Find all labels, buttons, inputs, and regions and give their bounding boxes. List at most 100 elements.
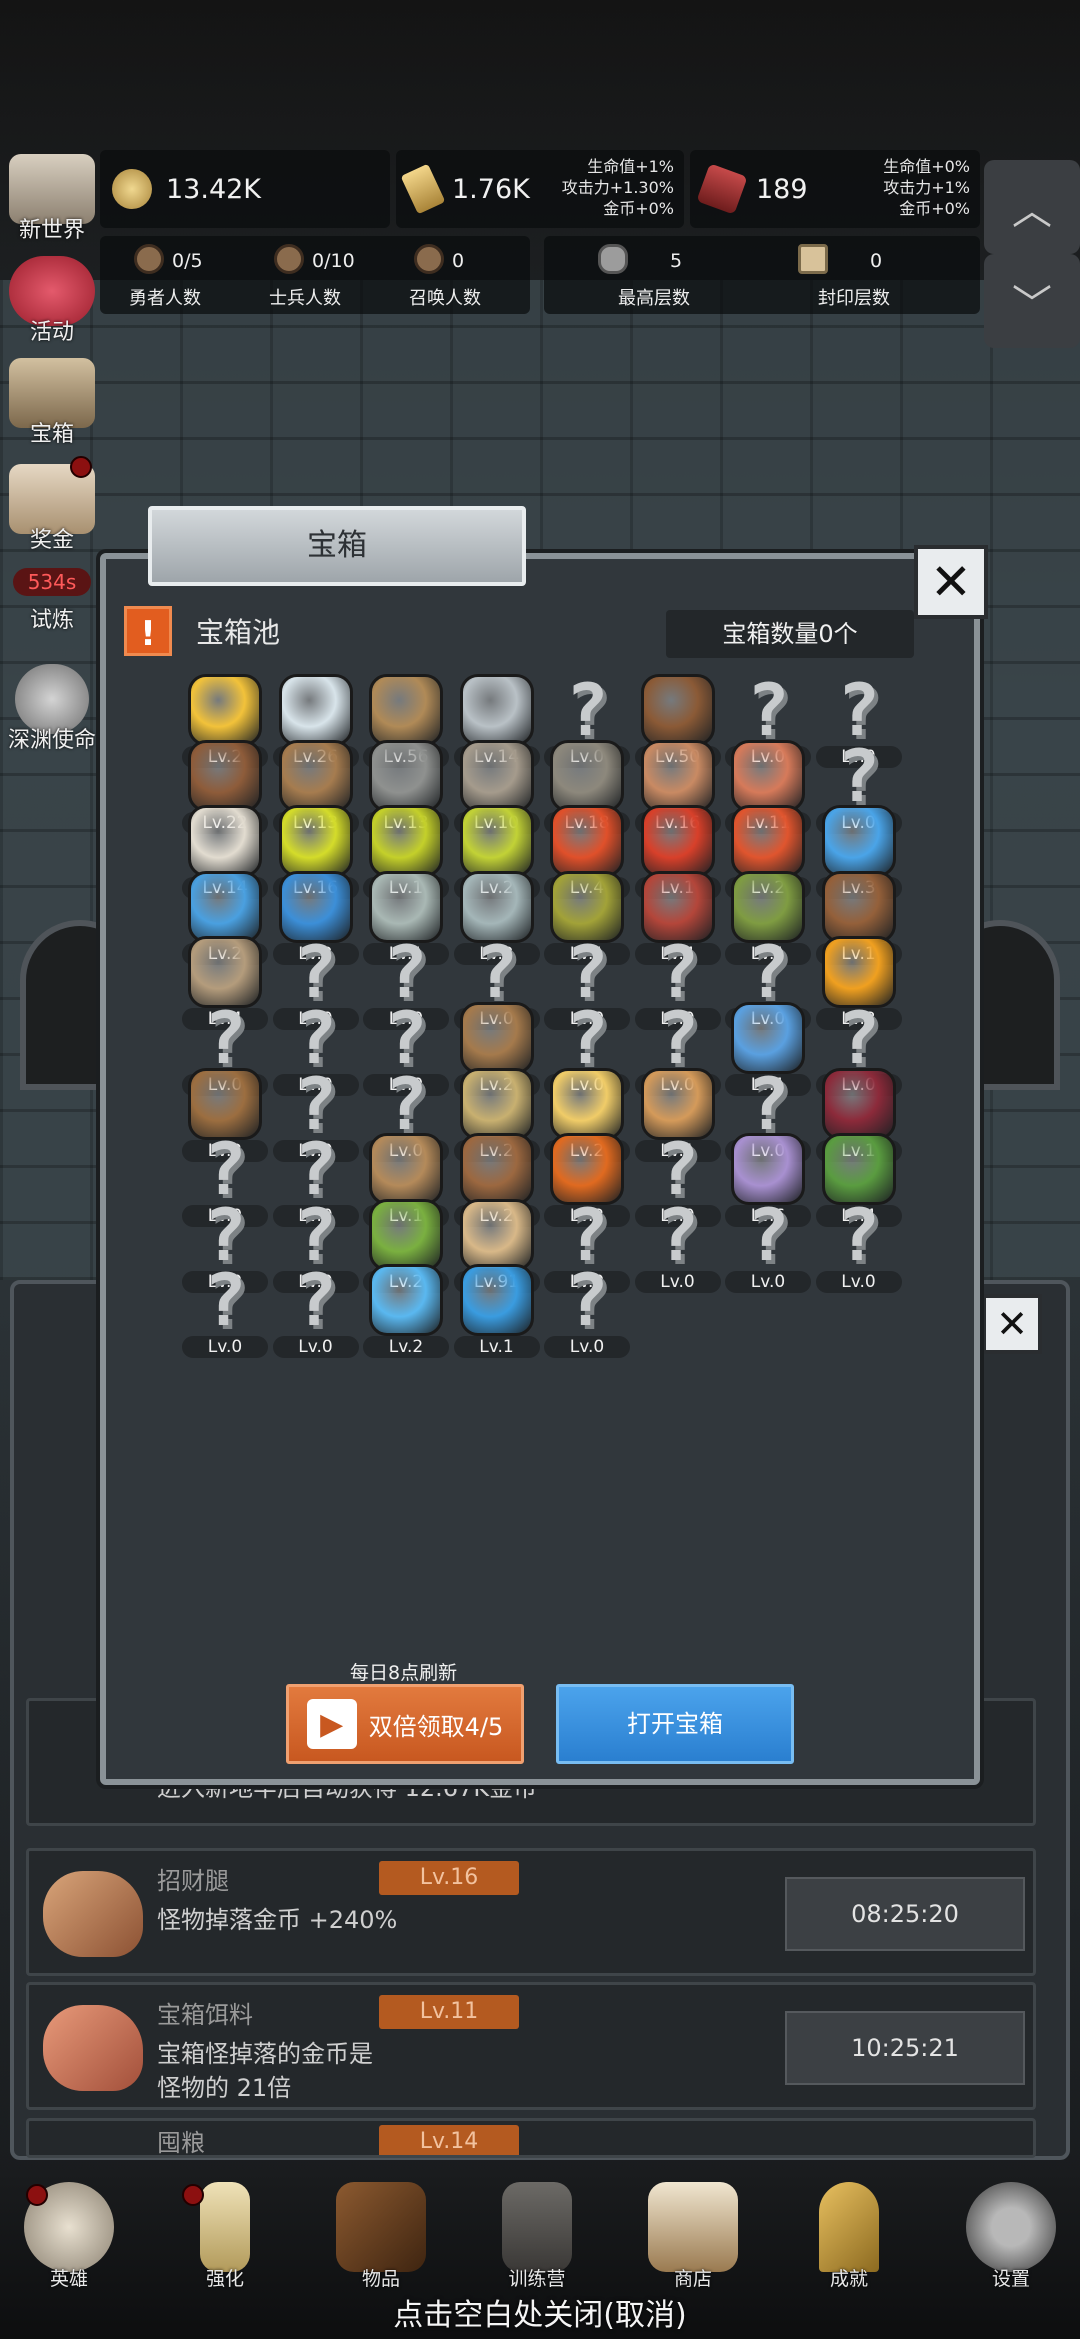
notification-dot <box>182 2184 204 2206</box>
steel-sword-icon <box>459 674 534 746</box>
lantern-icon <box>502 2182 572 2272</box>
unknown-icon: ? <box>384 1061 428 1146</box>
ruby-value: 189 <box>756 173 808 205</box>
side-trial-button[interactable]: 534s 试炼 <box>2 568 102 634</box>
rice-sack-icon <box>188 805 262 878</box>
nav-enhance[interactable]: 强化 <box>150 2182 300 2291</box>
beer-mug-icon <box>648 2182 738 2272</box>
blue-potion-icon <box>188 870 262 943</box>
bow-icon <box>369 1133 443 1206</box>
book-icon <box>336 2182 426 2272</box>
unknown-icon: ? <box>836 1192 881 1277</box>
side-new-world-button[interactable]: 新世界 <box>2 154 102 244</box>
yellow-potion-icon <box>278 805 353 878</box>
unknown-icon: ? <box>474 930 519 1015</box>
unknown-icon: ? <box>746 1061 790 1146</box>
nav-achievement[interactable]: 成就 <box>774 2182 924 2291</box>
candle-icon <box>200 2182 250 2272</box>
trial-timer-badge: 534s <box>13 568 91 596</box>
unknown-icon: ? <box>565 668 609 752</box>
floor-stats-panel: 5 最高层数 0 封印层数 <box>544 236 980 314</box>
hammer-icon <box>459 739 534 812</box>
diamond-icon <box>278 674 353 746</box>
broom-icon <box>459 1067 534 1140</box>
leather-boot-icon <box>821 870 896 943</box>
double-claim-button[interactable]: ▶ 双倍领取4/5 <box>286 1684 524 1764</box>
upgrade-timer-button[interactable]: 08:25:20 <box>785 1877 1025 1951</box>
dialog-title: 宝箱 <box>148 506 526 586</box>
item-level-label: Lv.0 <box>182 1336 268 1359</box>
scroll-up-button[interactable]: ︿ <box>984 160 1080 254</box>
gold-bar-icon <box>400 163 446 215</box>
nav-training[interactable]: 训练营 <box>462 2182 612 2291</box>
item-level-label: Lv.0 <box>815 1270 902 1293</box>
seal-floor-stat: 0 封印层数 <box>764 236 944 314</box>
side-abyss-button[interactable]: 深渊使命 <box>2 664 102 754</box>
unknown-icon: ? <box>565 996 609 1080</box>
yellow-potion-icon <box>459 805 534 878</box>
item-level-label: Lv.0 <box>544 1336 630 1359</box>
nav-settings[interactable]: 设置 <box>936 2182 1080 2291</box>
ruby-counter: 189 生命值+0% 攻击力+1% 金币+0% <box>690 150 980 228</box>
gold-coin-counter: 13.42K <box>100 150 390 228</box>
refresh-note: 每日8点刷新 <box>350 1662 458 1684</box>
stone-icon <box>598 244 628 274</box>
chest-item-slot[interactable]: Lv.2 <box>363 1262 449 1359</box>
chest-item-slot[interactable]: ?Lv.0 <box>544 1258 630 1359</box>
cheese-icon <box>550 1067 624 1140</box>
ruby-bonus: 生命值+0% 攻击力+1% 金币+0% <box>883 157 970 218</box>
unknown-icon: ? <box>565 1258 609 1343</box>
scroll-down-button[interactable]: ﹀ <box>984 254 1080 348</box>
side-event-button[interactable]: 活动 <box>2 256 102 346</box>
open-chest-button[interactable]: 打开宝箱 <box>556 1684 794 1764</box>
crown-icon <box>188 674 262 746</box>
red-potion-icon <box>640 805 715 878</box>
chest-item-slot[interactable]: ?Lv.0 <box>815 1192 902 1293</box>
dialog-close-button[interactable]: ✕ <box>914 545 988 619</box>
exclamation-icon: ! <box>124 606 172 656</box>
item-level-label: Lv.0 <box>634 1270 721 1293</box>
unknown-icon: ? <box>293 1258 338 1343</box>
chest-item-slot[interactable]: ?Lv.0 <box>272 1258 359 1359</box>
chest-item-slot[interactable]: ?Lv.0 <box>634 1192 721 1293</box>
video-play-icon: ▶ <box>306 1699 357 1749</box>
ham-leg-icon <box>43 1871 143 1957</box>
unknown-icon: ? <box>203 996 247 1080</box>
chest-item-slot[interactable]: Lv.1 <box>453 1262 540 1359</box>
unknown-icon: ? <box>655 996 700 1080</box>
hero-icon <box>134 244 164 274</box>
quiver-icon <box>459 1133 534 1206</box>
max-floor-stat: 5 最高层数 <box>564 236 744 314</box>
side-chest-button[interactable]: 宝箱 <box>2 358 102 448</box>
close-hint-text[interactable]: 点击空白处关闭(取消) <box>0 2290 1080 2334</box>
unknown-icon: ? <box>836 996 881 1080</box>
unknown-icon: ? <box>655 1192 700 1277</box>
unknown-icon: ? <box>836 733 881 818</box>
summon-count-stat: 0 召唤人数 <box>380 236 510 314</box>
green-wand-icon <box>369 1198 443 1271</box>
yellow-potion-icon <box>369 805 443 878</box>
nav-shop[interactable]: 商店 <box>618 2182 768 2291</box>
unknown-icon: ? <box>746 930 790 1015</box>
upgrade-timer-button[interactable]: 10:25:21 <box>785 2011 1025 2085</box>
upgrade-row: 囤粮 Lv.14 <box>26 2118 1036 2158</box>
list-close-button[interactable]: ✕ <box>982 1294 1042 1354</box>
leather-helmet-icon <box>188 739 262 812</box>
leather-armor-icon <box>640 674 715 746</box>
unknown-icon: ? <box>746 1192 790 1277</box>
chest-item-slot[interactable]: ?Lv.0 <box>182 1262 268 1359</box>
upgrade-row: 宝箱饵料 Lv.11 宝箱怪掉落的金币是 怪物的 21倍 10:25:21 <box>26 1982 1036 2110</box>
notification-dot <box>70 456 92 478</box>
gold-bar-bonus: 生命值+1% 攻击力+1.30% 金币+0% <box>561 157 674 218</box>
chest-item-slot[interactable]: ?Lv.0 <box>725 1192 811 1293</box>
side-bonus-button[interactable]: 奖金 <box>2 464 102 554</box>
crystal-ball-icon <box>369 1264 443 1337</box>
beer-mug-icon <box>459 1198 534 1271</box>
nav-hero[interactable]: 英雄 <box>0 2182 144 2291</box>
steak-icon <box>43 2005 143 2091</box>
nav-items[interactable]: 物品 <box>306 2182 456 2291</box>
unknown-icon: ? <box>746 668 790 752</box>
gold-bar-value: 1.76K <box>452 173 530 205</box>
ruby-icon <box>696 163 748 215</box>
gold-coin-icon <box>112 169 152 209</box>
